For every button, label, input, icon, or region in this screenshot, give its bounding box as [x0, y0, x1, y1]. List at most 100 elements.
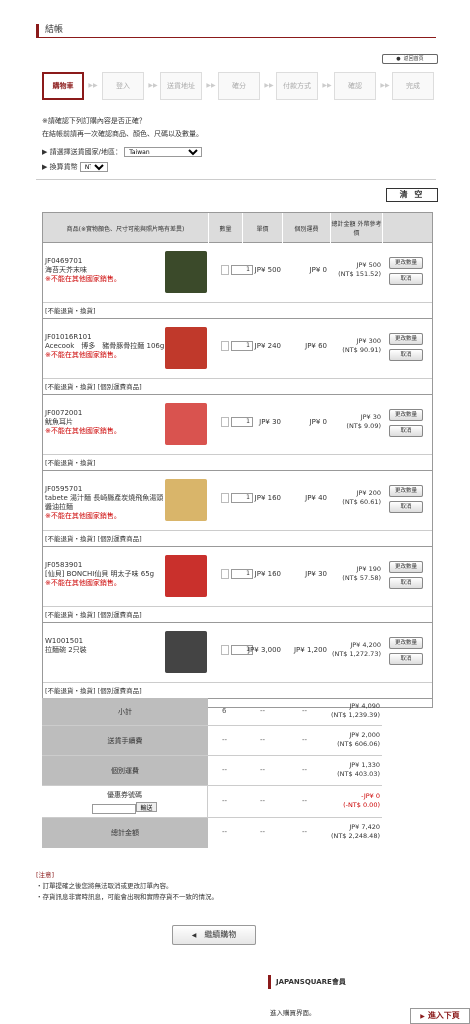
change-qty-button[interactable]: 更改數量	[389, 561, 423, 573]
item-shipping: JP¥ 0	[309, 418, 327, 426]
item-warning: ※不能在其他國家銷售。	[45, 427, 121, 435]
continue-shopping-button[interactable]: ◀ 繼續購物	[172, 925, 256, 945]
notes-line2: ・存貨訊息非實時訊息，可能會出現和實際存貨不一致的情況。	[36, 893, 218, 901]
change-qty-button[interactable]: 更改數量	[389, 333, 423, 345]
item-info: JF0469701 海苔天芥末味 ※不能在其他國家銷售。	[45, 257, 165, 284]
cancel-item-button[interactable]: 取消	[389, 577, 423, 589]
shipping-value: JP¥ 1,330 (NT$ 403.03)	[337, 761, 380, 778]
member-section-title: JAPANSQUARE會員	[268, 975, 438, 989]
item-name: tabete 湯汁麵 長崎縣產炭燒飛魚湯頭醬油拉麵	[45, 494, 164, 511]
cart-item-row: JF0072001 魷魚耳片 ※不能在其他國家銷售。 1 JP¥ 30 JP¥ 0 JP¥ …	[43, 395, 432, 455]
dash: --	[260, 797, 266, 805]
item-note: [不能退貨・換貨] [個別運費商品]	[43, 531, 432, 547]
item-note: [不能退貨・換貨]	[43, 303, 432, 319]
shipping-row: 個別運費 -- -- -- JP¥ 1,330 (NT$ 403.03)	[42, 756, 382, 786]
total-label: 總計金額	[42, 818, 208, 848]
item-note: [不能退貨・換貨]	[43, 455, 432, 471]
cancel-item-button[interactable]: 取消	[389, 273, 423, 285]
item-thumbnail	[165, 555, 207, 597]
back-to-home-button[interactable]: ● 返回首頁	[382, 54, 438, 64]
subtotal-label: 小計	[42, 698, 208, 725]
cancel-item-button[interactable]: 取消	[389, 425, 423, 437]
item-name: 拉麵碗 2只裝	[45, 646, 87, 654]
item-shipping: JP¥ 40	[305, 494, 327, 502]
cancel-item-button[interactable]: 取消	[389, 501, 423, 513]
login-text: 進入購買界面。	[270, 1009, 316, 1017]
item-note: [不能退貨・換貨] [個別運費商品]	[43, 607, 432, 623]
checkout-steps: 購物車 ▶▶ 登入 ▶▶ 送貨地址 ▶▶ 確分 ▶▶ 付款方式 ▶▶ 確認 ▶▶ 完成	[42, 72, 437, 100]
item-total: JP¥ 4,200 (NT$ 1,272.73)	[331, 641, 381, 658]
total-row: 總計金額 -- -- -- JP¥ 7,420 (NT$ 2,248.48)	[42, 818, 382, 848]
dash: --	[260, 736, 266, 744]
change-qty-button[interactable]: 更改數量	[389, 409, 423, 421]
coupon-value: -JP¥ 0 (-NT$ 0.00)	[343, 792, 380, 809]
qty-spinner[interactable]	[221, 417, 229, 427]
item-note: [不能退貨・換貨] [個別運費商品]	[43, 683, 432, 699]
item-info: W1001501 拉麵碗 2只裝	[45, 637, 165, 655]
item-name: 魷魚耳片	[45, 418, 73, 426]
unit-price: JP¥ 30	[259, 418, 281, 426]
item-total: JP¥ 500 (NT$ 151.52)	[338, 261, 381, 278]
item-thumbnail	[165, 251, 207, 293]
country-label: 請選擇送貨國家/地區：	[49, 148, 122, 156]
table-header: 商品(※實物顏色、尺寸可能與照片略有差異) 數量 單價 個別運費 總計金額 外幣…	[43, 213, 432, 243]
cart-item-row: W1001501 拉麵碗 2只裝 1 JP¥ 3,000 JP¥ 1,200 JP¥ 4,…	[43, 623, 432, 683]
step-arrow-icon: ▶▶	[88, 82, 98, 89]
next-page-button[interactable]: ▶ 進入下頁	[410, 1008, 470, 1024]
dash: --	[222, 766, 228, 774]
item-code: JF01016R101	[45, 333, 92, 341]
step-1: 購物車	[42, 72, 84, 100]
qty-spinner[interactable]	[221, 341, 229, 351]
col-qty: 數量	[209, 213, 243, 243]
total-value: JP¥ 7,420 (NT$ 2,248.48)	[330, 823, 380, 840]
step-6: 確認	[334, 72, 376, 100]
item-total: JP¥ 300 (NT$ 90.91)	[342, 337, 381, 354]
item-warning: ※不能在其他國家銷售。	[45, 275, 121, 283]
unit-price: JP¥ 3,000	[247, 646, 281, 654]
item-thumbnail	[165, 631, 207, 673]
currency-row: ▶ 換算貨幣 NT$	[42, 162, 437, 172]
unit-price: JP¥ 160	[254, 570, 281, 578]
country-select[interactable]: Taiwan	[124, 147, 203, 157]
right-triangle-icon: ▶	[420, 1013, 425, 1020]
clear-cart-button[interactable]: 清 空	[386, 188, 438, 202]
qty-spinner[interactable]	[221, 265, 229, 275]
qty-spinner[interactable]	[221, 569, 229, 579]
item-shipping: JP¥ 60	[305, 342, 327, 350]
item-info: JF0595701 tabete 湯汁麵 長崎縣產炭燒飛魚湯頭醬油拉麵 ※不能在其他…	[45, 485, 165, 521]
item-warning: ※不能在其他國家銷售。	[45, 351, 121, 359]
item-name: Acecook 博多 豬骨豚骨拉麵 106g	[45, 342, 165, 350]
dash: --	[302, 797, 308, 805]
item-name: [仙貝] BONCHI仙貝 明太子味 65g	[45, 570, 155, 578]
dash: --	[260, 828, 266, 836]
item-thumbnail	[165, 479, 207, 521]
back-label: 返回首頁	[403, 56, 424, 62]
item-info: JF01016R101 Acecook 博多 豬骨豚骨拉麵 106g ※不能在其他國…	[45, 333, 165, 360]
item-shipping: JP¥ 30	[305, 570, 327, 578]
cancel-item-button[interactable]: 取消	[389, 349, 423, 361]
change-qty-button[interactable]: 更改數量	[389, 257, 423, 269]
qty-spinner[interactable]	[221, 645, 229, 655]
currency-select[interactable]: NT$	[79, 162, 108, 172]
step-5: 付款方式	[276, 72, 318, 100]
fee-value: JP¥ 2,000 (NT$ 606.06)	[337, 731, 380, 748]
currency-label: 換算貨幣	[49, 163, 78, 171]
dash: --	[302, 736, 308, 744]
cancel-item-button[interactable]: 取消	[389, 653, 423, 665]
qty-spinner[interactable]	[221, 493, 229, 503]
cart-item-row: JF0595701 tabete 湯汁麵 長崎縣產炭燒飛魚湯頭醬油拉麵 ※不能在其他…	[43, 471, 432, 531]
item-code: JF0583901	[45, 561, 83, 569]
cart-item-row: JF0469701 海苔天芥末味 ※不能在其他國家銷售。 1 JP¥ 500 JP¥ 0J…	[43, 243, 432, 303]
col-total: 總計金額 外幣參考價	[331, 213, 383, 243]
country-row: ▶ 請選擇送貨國家/地區： Taiwan	[42, 147, 437, 157]
dash: --	[302, 828, 308, 836]
cart-item-row: JF01016R101 Acecook 博多 豬骨豚骨拉麵 106g ※不能在其他國…	[43, 319, 432, 379]
step-7: 完成	[392, 72, 434, 100]
change-qty-button[interactable]: 更改數量	[389, 485, 423, 497]
coupon-input[interactable]	[92, 803, 137, 814]
subtotal-value: JP¥ 4,090 (NT$ 1,239.39)	[330, 702, 380, 719]
change-qty-button[interactable]: 更改數量	[389, 637, 423, 649]
coupon-submit-button[interactable]: 輸送	[136, 801, 157, 812]
dash: --	[302, 766, 308, 774]
triangle-icon: ▶	[42, 163, 48, 171]
